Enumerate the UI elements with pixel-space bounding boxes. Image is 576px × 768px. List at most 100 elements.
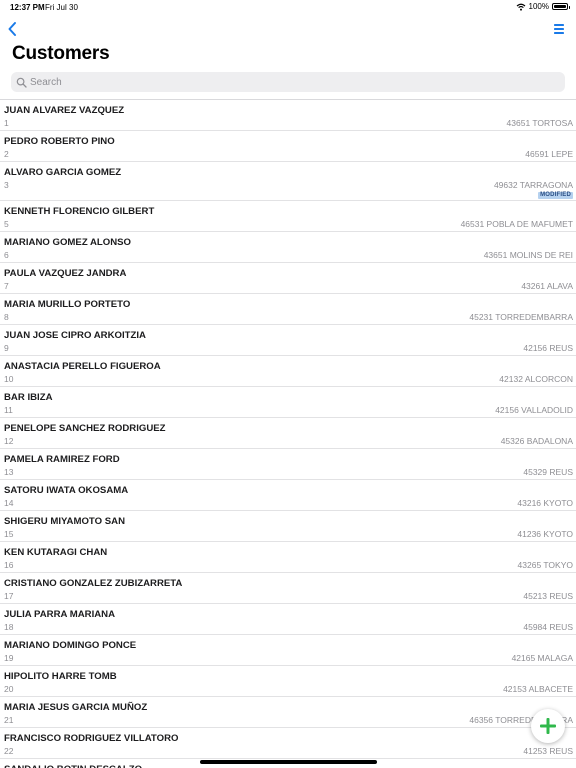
list-item[interactable]: MARIANO GOMEZ ALONSO 6 43651 MOLINS DE REI bbox=[0, 232, 576, 263]
customer-name: CRISTIANO GONZALEZ ZUBIZARRETA bbox=[4, 578, 183, 589]
add-customer-button[interactable] bbox=[531, 709, 565, 743]
customer-name: MARIA MURILLO PORTETO bbox=[4, 299, 131, 310]
list-item[interactable]: JUAN ALVAREZ VAZQUEZ 1 43651 TORTOSA bbox=[0, 100, 576, 131]
customer-name: KENNETH FLORENCIO GILBERT bbox=[4, 206, 155, 217]
list-item[interactable]: PENELOPE SANCHEZ RODRIGUEZ 12 45326 BADALO… bbox=[0, 418, 576, 449]
customer-number: 11 bbox=[4, 405, 13, 415]
customer-number: 8 bbox=[4, 312, 9, 322]
customer-number: 5 bbox=[4, 219, 9, 229]
customer-name: PAULA VAZQUEZ JANDRA bbox=[4, 268, 127, 279]
page-title: Customers bbox=[12, 43, 110, 64]
chevron-left-icon bbox=[8, 22, 16, 36]
customer-number: 1 bbox=[4, 118, 9, 128]
list-item[interactable]: HIPOLITO HARRE TOMB 20 42153 ALBACETE bbox=[0, 666, 576, 697]
list-item[interactable]: PAULA VAZQUEZ JANDRA 7 43261 ALAVA bbox=[0, 263, 576, 294]
battery-level bbox=[554, 5, 566, 8]
customer-name: SATORU IWATA OKOSAMA bbox=[4, 485, 129, 496]
customer-name: FRANCISCO RODRIGUEZ VILLATORO bbox=[4, 733, 179, 744]
customer-location: 45326 BADALONA bbox=[500, 436, 573, 446]
customer-name: PEDRO ROBERTO PINO bbox=[4, 136, 115, 147]
customer-location: 45329 REUS bbox=[523, 467, 573, 477]
list-item[interactable]: BAR IBIZA 11 42156 VALLADOLID bbox=[0, 387, 576, 418]
customer-location: 42156 VALLADOLID bbox=[495, 405, 573, 415]
customer-location: 46531 POBLA DE MAFUMET bbox=[460, 219, 573, 229]
customer-number: 17 bbox=[4, 591, 14, 601]
customer-number: 20 bbox=[4, 684, 14, 694]
search-input[interactable] bbox=[30, 76, 530, 88]
customer-location: 49632 TARRAGONA bbox=[493, 180, 573, 190]
customer-location: 42132 ALCORCON bbox=[499, 374, 573, 384]
customer-location: 41236 KYOTO bbox=[517, 529, 573, 539]
customer-name: ALVARO GARCIA GOMEZ bbox=[4, 167, 122, 178]
menu-icon bbox=[554, 24, 564, 34]
list-item[interactable]: SATORU IWATA OKOSAMA 14 43216 KYOTO bbox=[0, 480, 576, 511]
customer-name: BAR IBIZA bbox=[4, 392, 53, 403]
list-item[interactable]: ANASTACIA PERELLO FIGUEROA 10 42132 ALCORC… bbox=[0, 356, 576, 387]
customer-number: 7 bbox=[4, 281, 9, 291]
wifi-icon bbox=[516, 3, 525, 11]
customer-location: 42156 REUS bbox=[523, 343, 573, 353]
customer-location: 43216 KYOTO bbox=[517, 498, 573, 508]
customer-name: JUAN ALVAREZ VAZQUEZ bbox=[4, 105, 125, 116]
back-button[interactable] bbox=[6, 20, 20, 38]
customer-name: PENELOPE SANCHEZ RODRIGUEZ bbox=[4, 423, 166, 434]
customer-location: 45213 REUS bbox=[523, 591, 573, 601]
battery-icon bbox=[552, 3, 570, 10]
customer-number: 9 bbox=[4, 343, 9, 353]
customer-name: MARIANO GOMEZ ALONSO bbox=[4, 237, 132, 248]
menu-button[interactable] bbox=[552, 21, 566, 37]
customer-number: 19 bbox=[4, 653, 14, 663]
list-item[interactable]: SHIGERU MIYAMOTO SAN 15 41236 KYOTO bbox=[0, 511, 576, 542]
customer-location: 41253 REUS bbox=[523, 746, 573, 756]
status-badge: MODIFIED bbox=[538, 192, 573, 199]
list-item[interactable]: PEDRO ROBERTO PINO 2 46591 LEPE bbox=[0, 131, 576, 162]
customer-number: 2 bbox=[4, 149, 9, 159]
list-item[interactable]: KEN KUTARAGI CHAN 16 43265 TOKYO bbox=[0, 542, 576, 573]
customer-number: 18 bbox=[4, 622, 14, 632]
navigation-bar bbox=[0, 18, 576, 40]
customer-location: 42165 MALAGA bbox=[511, 653, 573, 663]
customer-name: KEN KUTARAGI CHAN bbox=[4, 547, 108, 558]
list-item[interactable]: JULIA PARRA MARIANA 18 45984 REUS bbox=[0, 604, 576, 635]
customer-name: MARIANO DOMINGO PONCE bbox=[4, 640, 137, 651]
customer-location: 43265 TOKYO bbox=[517, 560, 573, 570]
status-time: 12:37 PM bbox=[10, 3, 45, 12]
customer-number: 22 bbox=[4, 746, 14, 756]
list-item[interactable]: KENNETH FLORENCIO GILBERT 5 46531 POBLA DE… bbox=[0, 201, 576, 232]
list-item[interactable]: CRISTIANO GONZALEZ ZUBIZARRETA 17 45213 RE… bbox=[0, 573, 576, 604]
list-item[interactable]: MARIANO DOMINGO PONCE 19 42165 MALAGA bbox=[0, 635, 576, 666]
customer-name: ANASTACIA PERELLO FIGUEROA bbox=[4, 361, 161, 372]
status-indicators: 100% bbox=[516, 2, 570, 11]
list-item[interactable]: MARIA MURILLO PORTETO 8 45231 TORREDEMBARR… bbox=[0, 294, 576, 325]
customer-name: SANDALIO BOTIN DESCALZO bbox=[4, 764, 142, 768]
customer-location: 42153 ALBACETE bbox=[503, 684, 573, 694]
customer-location: 45231 TORREDEMBARRA bbox=[469, 312, 573, 322]
customer-number: 3 bbox=[4, 180, 9, 190]
list-item[interactable]: FRANCISCO RODRIGUEZ VILLATORO 22 41253 REU… bbox=[0, 728, 576, 759]
customer-name: JULIA PARRA MARIANA bbox=[4, 609, 116, 620]
customer-list: JUAN ALVAREZ VAZQUEZ 1 43651 TORTOSA PEDRO … bbox=[0, 99, 576, 768]
home-indicator bbox=[200, 760, 377, 764]
list-item[interactable]: PAMELA RAMIREZ FORD 13 45329 REUS bbox=[0, 449, 576, 480]
battery-percent: 100% bbox=[528, 2, 549, 11]
list-item[interactable]: ALVARO GARCIA GOMEZ 3 49632 TARRAGONA MODIF… bbox=[0, 162, 576, 201]
customer-number: 15 bbox=[4, 529, 14, 539]
plus-icon bbox=[540, 718, 556, 734]
list-item[interactable]: MARIA JESUS GARCIA MUÑOZ 21 46356 TORREDEM… bbox=[0, 697, 576, 728]
customer-number: 13 bbox=[4, 467, 14, 477]
customer-location: 46591 LEPE bbox=[525, 149, 573, 159]
customer-name: PAMELA RAMIREZ FORD bbox=[4, 454, 120, 465]
customer-number: 14 bbox=[4, 498, 14, 508]
customer-number: 10 bbox=[4, 374, 14, 384]
customer-name: SHIGERU MIYAMOTO SAN bbox=[4, 516, 126, 527]
customer-location: 43651 MOLINS DE REI bbox=[483, 250, 573, 260]
list-item[interactable]: JUAN JOSE CIPRO ARKOITZIA 9 42156 REUS bbox=[0, 325, 576, 356]
customer-name: MARIA JESUS GARCIA MUÑOZ bbox=[4, 702, 148, 713]
customer-name: HIPOLITO HARRE TOMB bbox=[4, 671, 117, 682]
search-bar[interactable] bbox=[11, 72, 565, 92]
customer-location: 43651 TORTOSA bbox=[506, 118, 573, 128]
customer-number: 12 bbox=[4, 436, 14, 446]
search-icon bbox=[16, 77, 27, 88]
customer-location: 45984 REUS bbox=[523, 622, 573, 632]
status-bar: 12:37 PM Fri Jul 30 100% bbox=[0, 0, 576, 14]
